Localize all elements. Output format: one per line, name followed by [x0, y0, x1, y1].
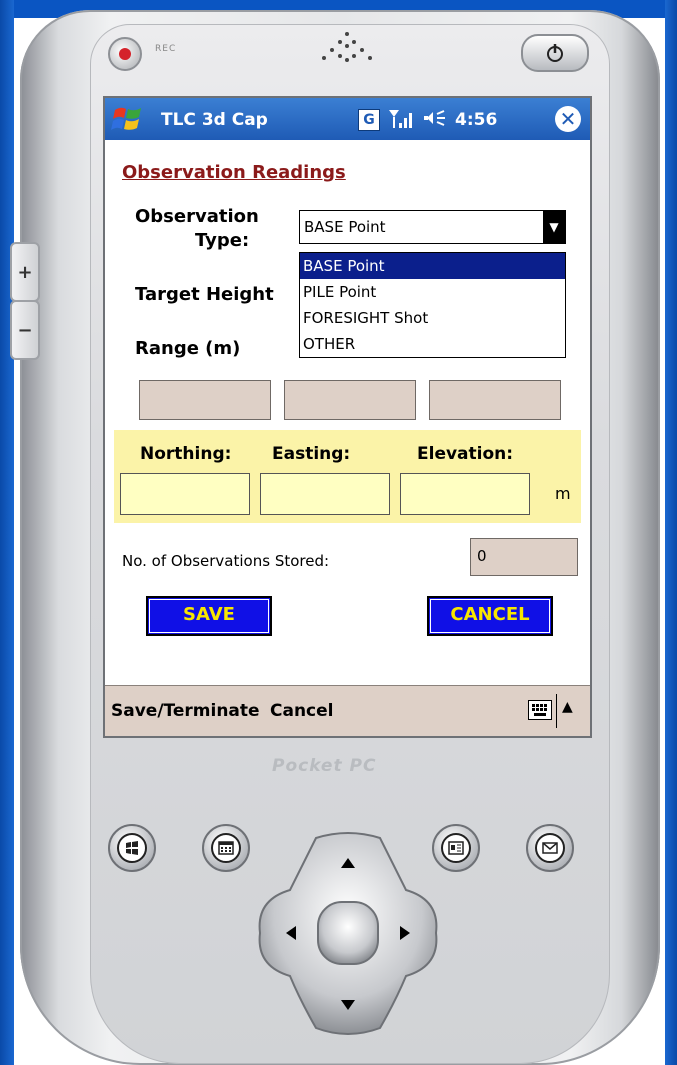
observations-stored-label: No. of Observations Stored: [122, 552, 330, 570]
title-bar: TLC 3d Cap G 4:56 ✕ [105, 98, 590, 140]
contacts-icon [441, 833, 471, 863]
clock[interactable]: 4:56 [455, 110, 497, 130]
range-field[interactable] [139, 380, 271, 420]
envelope-icon [535, 833, 565, 863]
observation-type-label-line1: Observation [135, 206, 259, 227]
dropdown-option-base-point[interactable]: BASE Point [300, 253, 565, 279]
cancel-button[interactable]: CANCEL [427, 596, 553, 636]
input-panel-arrow-icon[interactable]: ▲ [562, 699, 573, 715]
calendar-icon [211, 833, 241, 863]
reading-field-2[interactable] [284, 380, 416, 420]
keyboard-icon[interactable] [528, 700, 552, 720]
save-button[interactable]: SAVE [146, 596, 272, 636]
coordinates-panel: Northing: Easting: Elevation: m [114, 430, 581, 523]
record-icon [119, 48, 131, 60]
gprs-icon[interactable]: G [358, 109, 380, 131]
volume-up-key[interactable]: + [10, 242, 40, 302]
windows-logo-icon [117, 833, 147, 863]
dropdown-option-other[interactable]: OTHER [300, 331, 565, 357]
close-button[interactable]: ✕ [555, 106, 581, 132]
observations-stored-value: 0 [477, 547, 487, 565]
app-title: TLC 3d Cap [161, 110, 268, 130]
elevation-unit: m [555, 484, 571, 503]
elevation-label: Elevation: [417, 444, 514, 464]
hardware-calendar-button[interactable] [202, 824, 250, 872]
volume-icon[interactable] [421, 107, 447, 131]
device-screen: TLC 3d Cap G 4:56 ✕ Observation Readings… [103, 96, 592, 738]
easting-input[interactable] [260, 473, 390, 515]
navigation-pad[interactable] [256, 830, 440, 1036]
desktop-background-right [665, 0, 677, 1065]
observation-type-dropdown-list: BASE Point PILE Point FORESIGHT Shot OTH… [299, 252, 566, 358]
menu-separator [556, 694, 557, 728]
hardware-start-button[interactable] [108, 824, 156, 872]
northing-label: Northing: [140, 444, 232, 464]
reading-field-3[interactable] [429, 380, 561, 420]
volume-down-key[interactable]: − [10, 300, 40, 360]
close-icon: ✕ [559, 107, 577, 131]
menu-cancel[interactable]: Cancel [270, 701, 333, 721]
chevron-down-icon[interactable]: ▼ [543, 211, 565, 243]
range-label: Range (m) [135, 338, 241, 359]
northing-input[interactable] [120, 473, 250, 515]
dropdown-option-pile-point[interactable]: PILE Point [300, 279, 565, 305]
windows-start-icon[interactable] [111, 103, 143, 135]
observations-stored-field: 0 [470, 538, 578, 576]
observation-type-select[interactable]: BASE Point ▼ [299, 210, 566, 244]
minus-label: − [17, 319, 33, 341]
observation-type-selected: BASE Point [304, 218, 386, 236]
record-button[interactable] [108, 37, 142, 71]
observation-type-label-line2: Type: [195, 230, 250, 251]
signal-icon[interactable] [387, 107, 413, 131]
power-button[interactable] [521, 34, 589, 72]
page-title: Observation Readings [122, 162, 346, 183]
plus-label: + [17, 261, 33, 283]
desktop-background-left [0, 0, 14, 1065]
soft-key-menu-bar: Save/Terminate Cancel ▲ [105, 685, 590, 736]
dropdown-option-foresight-shot[interactable]: FORESIGHT Shot [300, 305, 565, 331]
pocket-pc-logo: Pocket PC [272, 756, 377, 776]
rec-label: REC [155, 44, 177, 54]
easting-label: Easting: [272, 444, 351, 464]
form-area: Observation Readings Observation Type: B… [105, 140, 590, 685]
menu-save-terminate[interactable]: Save/Terminate [111, 701, 260, 721]
speaker-grille-icon [322, 32, 372, 62]
target-height-label: Target Height [135, 284, 274, 305]
elevation-input[interactable] [400, 473, 530, 515]
hardware-inbox-button[interactable] [526, 824, 574, 872]
power-icon [547, 44, 563, 62]
